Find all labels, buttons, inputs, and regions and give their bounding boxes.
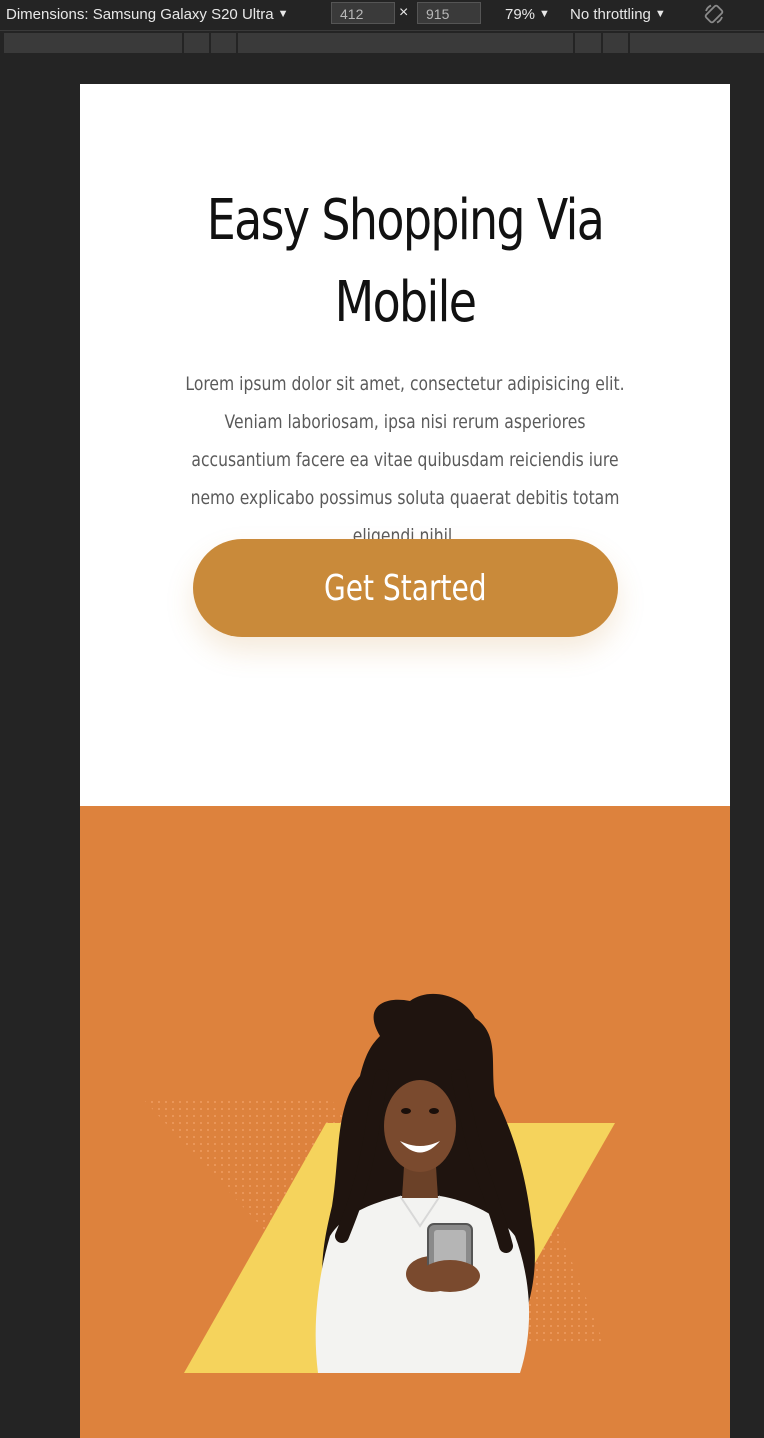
ruler-segment[interactable] — [630, 33, 764, 53]
ruler-segment[interactable] — [211, 33, 236, 53]
throttling-selector[interactable]: No throttling ▼ — [570, 0, 666, 28]
height-input[interactable]: 915 — [417, 2, 481, 24]
devtools-toolbar: Dimensions: Samsung Galaxy S20 Ultra ▼ 4… — [0, 0, 764, 31]
hero-illustration — [80, 993, 730, 1438]
zoom-label: 79% — [505, 5, 536, 23]
ruler-segment[interactable] — [184, 33, 209, 53]
zoom-selector[interactable]: 79% ▼ — [505, 0, 550, 28]
device-selector[interactable]: Dimensions: Samsung Galaxy S20 Ultra ▼ — [6, 0, 289, 28]
page-title: Easy Shopping Via Mobile — [206, 188, 605, 335]
chevron-down-icon: ▼ — [654, 8, 666, 20]
device-viewport: Easy Shopping Via Mobile Lorem ipsum dol… — [80, 84, 730, 1438]
throttling-label: No throttling — [570, 5, 651, 23]
width-input[interactable]: 412 — [331, 2, 395, 24]
hero-description: Lorem ipsum dolor sit amet, consectetur … — [185, 373, 625, 547]
device-dimensions-label: Dimensions: Samsung Galaxy S20 Ultra — [6, 5, 274, 23]
ruler-segment[interactable] — [603, 33, 628, 53]
hero-image-section — [80, 806, 730, 1438]
get-started-button[interactable]: Get Started — [193, 539, 618, 637]
hero-section: Easy Shopping Via Mobile Lorem ipsum dol… — [80, 84, 730, 806]
chevron-down-icon: ▼ — [277, 8, 289, 20]
chevron-down-icon: ▼ — [539, 8, 550, 20]
times-symbol: × — [399, 4, 409, 21]
get-started-label: Get Started — [324, 567, 487, 609]
ruler-segment[interactable] — [575, 33, 601, 53]
ruler-segment[interactable] — [238, 33, 573, 53]
ruler-segment[interactable] — [4, 33, 182, 53]
media-query-ruler — [0, 31, 764, 55]
woman-with-phone-image — [315, 993, 535, 1373]
rotate-icon[interactable] — [702, 2, 726, 26]
